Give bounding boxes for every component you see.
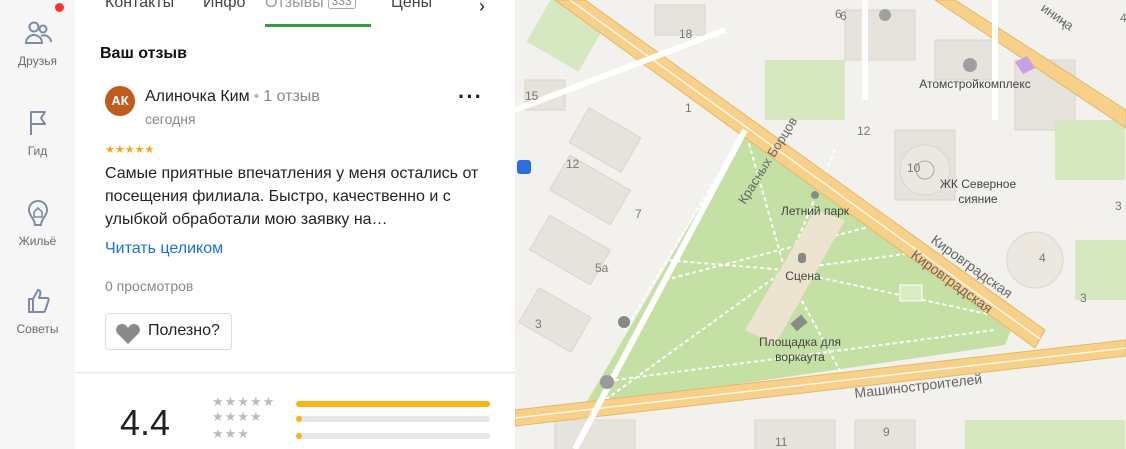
tab-reviews[interactable]: Отзывы 333 [265, 0, 356, 12]
rating-row-bar [296, 433, 490, 439]
useful-label: Полезно? [148, 322, 220, 339]
reviews-count-badge: 333 [327, 0, 356, 9]
rating-row-bar-fill [296, 433, 302, 439]
svg-text:7: 7 [635, 207, 642, 221]
review-date: сегодня [145, 111, 196, 127]
rail-label-friends: Друзья [18, 54, 57, 68]
tab-info[interactable]: Инфо [203, 0, 245, 12]
rail-label-tips: Советы [16, 322, 59, 336]
more-options-icon[interactable]: ··· [458, 86, 483, 108]
rating-row-stars: ★★★ [212, 426, 250, 441]
rail-item-guide[interactable]: Гид [0, 108, 75, 158]
useful-button[interactable]: Полезно? [105, 313, 232, 350]
rating-row-bar [296, 401, 490, 407]
avatar[interactable]: АК [105, 86, 135, 116]
housing-icon [27, 199, 48, 226]
svg-text:12: 12 [857, 124, 871, 138]
rating-row-stars: ★★★★ [212, 409, 263, 424]
svg-text:3: 3 [535, 317, 542, 331]
rating-row-4: ★★★★ [212, 409, 512, 426]
rail-label-housing: Жильё [18, 234, 57, 248]
tab-reviews-label: Отзывы [265, 0, 324, 11]
map[interactable]: Красных Борцов Кировградская Кировградск… [515, 0, 1126, 449]
svg-text:18: 18 [679, 27, 693, 41]
poi-workout-line1[interactable]: Площадка для [759, 335, 841, 349]
tab-prices[interactable]: Цены [391, 0, 432, 12]
review-stars: ★★★★★ [105, 144, 155, 156]
divider [75, 372, 515, 373]
svg-text:11: 11 [775, 435, 788, 449]
rating-row-bar [296, 416, 490, 422]
svg-text:3: 3 [1080, 291, 1087, 305]
friends-icon [24, 21, 52, 44]
poi-northern-lights-line2[interactable]: сияние [958, 192, 998, 206]
svg-text:12: 12 [566, 157, 580, 171]
svg-text:7: 7 [1060, 19, 1067, 33]
left-rail: Друзья Гид Жильё Советы [0, 0, 76, 449]
author-name[interactable]: Алиночка Ким [145, 88, 250, 105]
svg-text:15: 15 [525, 89, 539, 103]
svg-text:6: 6 [840, 9, 847, 23]
section-title: Ваш отзыв [100, 45, 187, 62]
svg-text:4: 4 [1039, 251, 1046, 265]
rating-row-bar-fill [296, 401, 490, 407]
poi-atomstroykompleks[interactable]: Атомстройкомплекс [919, 77, 1030, 91]
read-more-link[interactable]: Читать целиком [105, 240, 223, 258]
svg-text:4: 4 [1120, 11, 1126, 25]
average-rating: 4.4 [120, 402, 171, 443]
tab-bar: Контакты Инфо Отзывы 333 Цены › [75, 0, 515, 28]
rating-row-3: ★★★ [212, 426, 512, 443]
poi-summer-park[interactable]: Летний парк [781, 204, 850, 218]
views-count: 0 просмотров [105, 278, 194, 294]
svg-text:5а: 5а [595, 261, 609, 275]
poi-northern-lights-line1[interactable]: ЖК Северное [940, 177, 1017, 191]
review-author: Алиночка Ким • 1 отзыв [145, 88, 320, 106]
svg-text:9: 9 [883, 425, 890, 439]
review-text: Самые приятные впечатления у меня остали… [105, 165, 479, 228]
svg-text:10: 10 [907, 161, 921, 175]
rating-row-stars: ★★★★★ [212, 394, 276, 409]
rail-item-friends[interactable]: Друзья [0, 18, 75, 68]
author-review-count: 1 отзыв [263, 88, 320, 105]
notification-dot [55, 3, 64, 12]
tab-contacts[interactable]: Контакты [105, 0, 174, 12]
review-panel: Контакты Инфо Отзывы 333 Цены › Ваш отзыв… [75, 0, 515, 449]
rating-row-bar-fill [296, 416, 302, 422]
svg-text:3: 3 [1115, 199, 1122, 213]
rail-item-tips[interactable]: Советы [0, 286, 75, 336]
heart-icon [116, 324, 140, 344]
poi-workout-line2[interactable]: воркаута [775, 350, 825, 364]
active-tab-indicator [265, 24, 371, 27]
rail-label-guide: Гид [27, 144, 48, 158]
chevron-right-icon[interactable]: › [479, 0, 485, 17]
thumbs-up-icon [27, 289, 50, 313]
poi-stage[interactable]: Сцена [785, 269, 821, 283]
svg-text:1: 1 [685, 101, 692, 115]
separator-dot: • [253, 88, 260, 105]
rail-item-housing[interactable]: Жильё [0, 198, 75, 248]
flag-icon [29, 111, 46, 135]
